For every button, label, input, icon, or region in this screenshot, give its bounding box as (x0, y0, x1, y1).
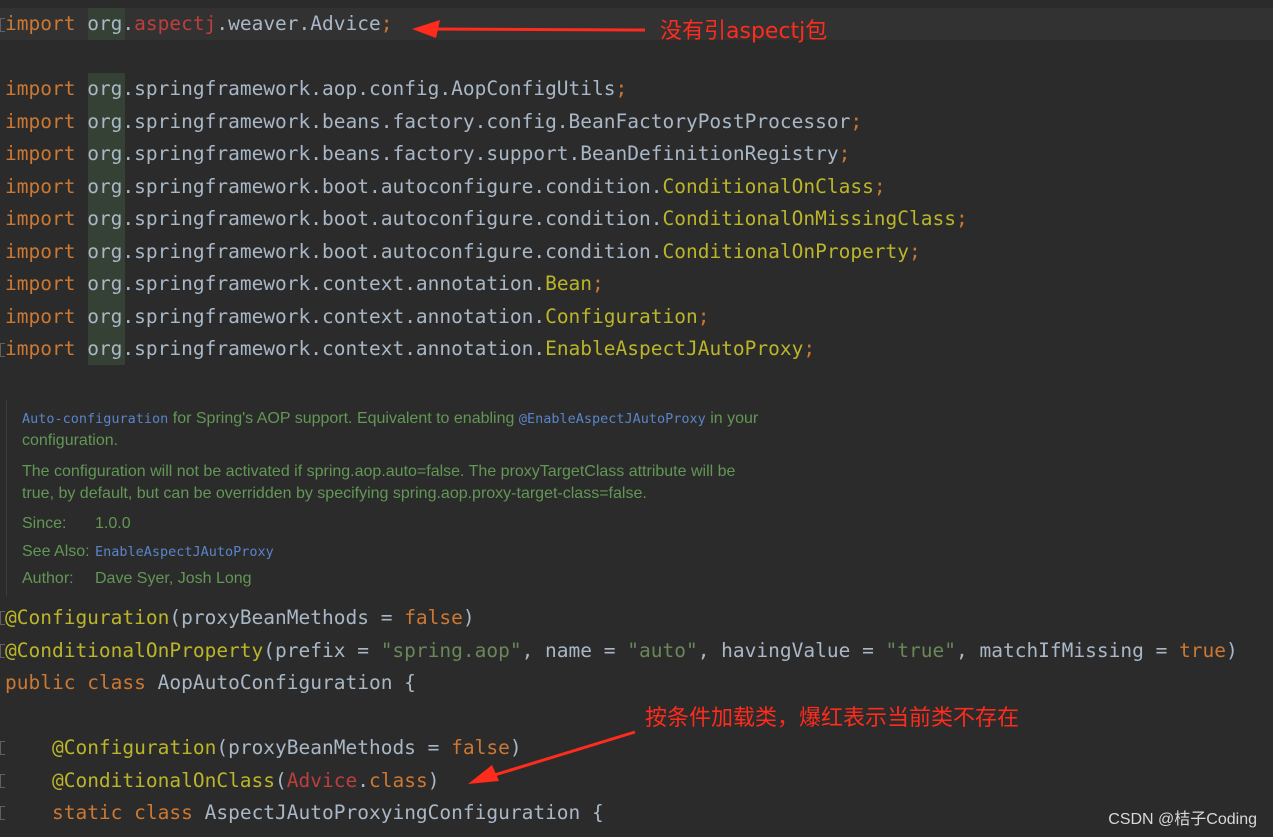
callout-missing-aspectj: 没有引aspectj包 (660, 19, 828, 44)
watermark: CSDN @桔子Coding (1108, 811, 1257, 828)
arrow-to-conditional-icon (468, 730, 636, 784)
annotation-arrows (412, 20, 646, 784)
arrow-to-import-icon (412, 20, 646, 38)
callout-conditional-load: 按条件加载类，爆红表示当前类不存在 (645, 706, 1020, 731)
